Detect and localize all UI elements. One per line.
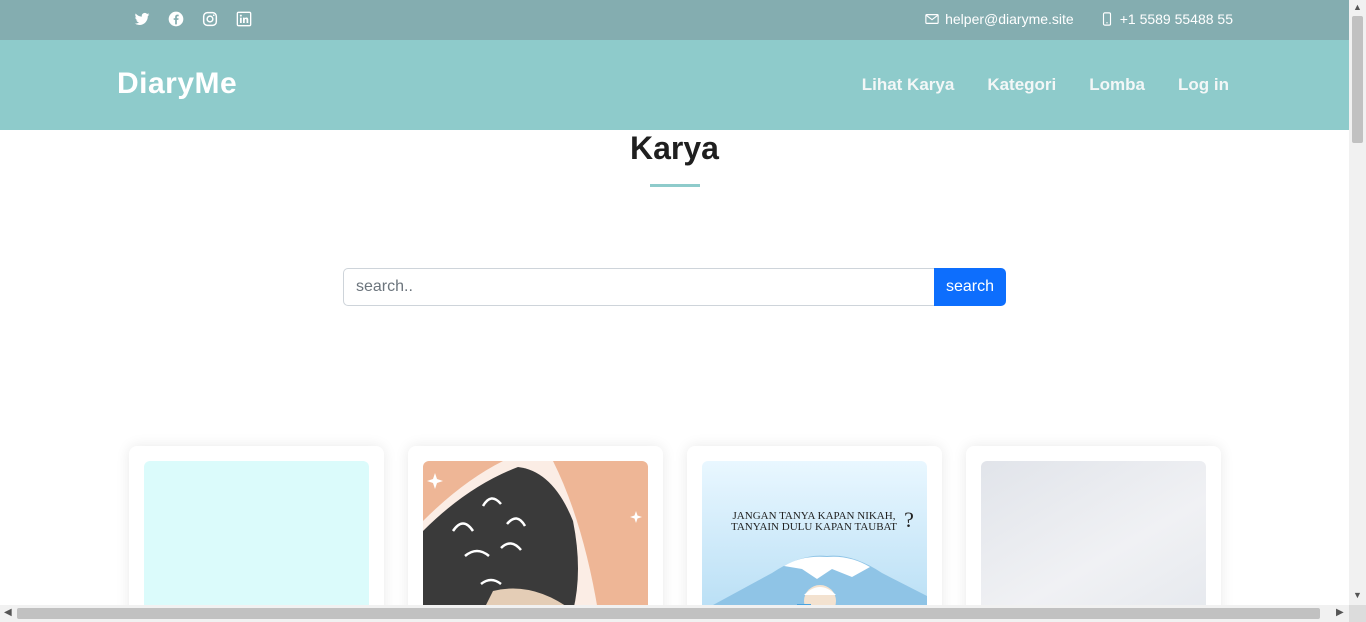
envelope-icon [925, 14, 939, 24]
card-thumbnail-cyan[interactable] [144, 461, 369, 611]
karya-card[interactable] [408, 446, 663, 622]
navbar: DiaryMe Lihat Karya Kategori Lomba Log i… [0, 40, 1349, 130]
scroll-down-icon[interactable]: ▼ [1353, 590, 1362, 600]
search-input[interactable] [343, 268, 934, 306]
phone-icon [1102, 12, 1111, 26]
search-form: search [343, 268, 1006, 306]
instagram-icon[interactable] [202, 11, 218, 27]
contact-info: helper@diaryme.site +1 5589 55488 55 [925, 11, 1233, 27]
horizontal-scroll-thumb[interactable] [17, 608, 1320, 619]
mountain-illustration: JANGAN TANYA KAPAN NIKAH, TANYAIN DULU K… [702, 461, 927, 611]
horizontal-scrollbar[interactable]: ◀ ▶ [0, 605, 1349, 622]
scroll-up-icon[interactable]: ▲ [1353, 2, 1362, 12]
flag-illustration [423, 461, 648, 611]
search-button[interactable]: search [934, 268, 1006, 306]
linkedin-icon[interactable] [236, 11, 252, 27]
karya-card[interactable] [966, 446, 1221, 622]
page-title: Karya [630, 130, 719, 166]
karya-card[interactable] [129, 446, 384, 622]
title-underline [650, 184, 700, 187]
nav-item-lomba[interactable]: Lomba [1089, 75, 1145, 95]
nav-item-log-in[interactable]: Log in [1178, 75, 1229, 95]
scroll-left-icon[interactable]: ◀ [4, 607, 12, 618]
card-thumbnail-mountain[interactable]: JANGAN TANYA KAPAN NIKAH, TANYAIN DULU K… [702, 461, 927, 611]
nav-item-lihat-karya[interactable]: Lihat Karya [862, 75, 955, 95]
email-text: helper@diaryme.site [945, 11, 1074, 27]
card-thumbnail-grey[interactable] [981, 461, 1206, 611]
brand-logo[interactable]: DiaryMe [117, 67, 237, 101]
scroll-right-icon[interactable]: ▶ [1336, 607, 1344, 618]
scrollbar-corner [1349, 605, 1366, 622]
twitter-icon[interactable] [134, 11, 150, 27]
karya-grid: JANGAN TANYA KAPAN NIKAH, TANYAIN DULU K… [129, 446, 1221, 622]
phone-contact[interactable]: +1 5589 55488 55 [1100, 11, 1233, 27]
social-links [134, 11, 252, 27]
card-thumbnail-flag[interactable] [423, 461, 648, 611]
phone-text: +1 5589 55488 55 [1119, 11, 1233, 27]
card-question-mark: ? [904, 507, 914, 532]
vertical-scrollbar[interactable]: ▲ ▼ [1349, 0, 1366, 605]
vertical-scroll-thumb[interactable] [1352, 16, 1363, 143]
email-contact[interactable]: helper@diaryme.site [925, 11, 1074, 27]
top-bar: helper@diaryme.site +1 5589 55488 55 [0, 0, 1349, 40]
nav-menu: Lihat Karya Kategori Lomba Log in [862, 75, 1229, 95]
nav-item-kategori[interactable]: Kategori [987, 75, 1056, 95]
card-caption-line2: TANYAIN DULU KAPAN TAUBAT [731, 521, 897, 533]
facebook-icon[interactable] [168, 11, 184, 27]
karya-card[interactable]: JANGAN TANYA KAPAN NIKAH, TANYAIN DULU K… [687, 446, 942, 622]
